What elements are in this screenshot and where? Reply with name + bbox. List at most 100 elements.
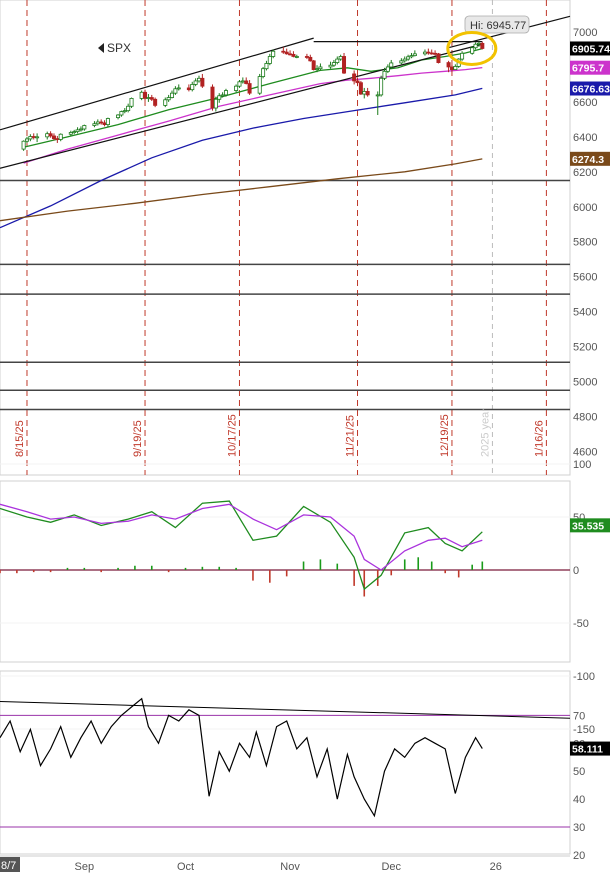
candle-body <box>449 66 454 70</box>
candle-body <box>126 105 131 112</box>
candle-body <box>196 77 201 82</box>
value-tag: 6676.63 <box>570 81 610 96</box>
candle-body <box>365 91 370 96</box>
candle-body <box>217 95 222 100</box>
macd-histogram-bar <box>134 565 136 570</box>
candle-body <box>257 76 262 94</box>
macd-histogram-bar <box>100 570 102 573</box>
candle-body <box>315 68 320 71</box>
candle-body <box>362 91 367 95</box>
macd-histogram-bar <box>363 570 366 597</box>
candle-body <box>402 58 407 62</box>
candle-body <box>422 51 427 55</box>
y-tick-label: 4600 <box>573 446 597 458</box>
macd-histogram-bar <box>150 565 153 570</box>
candle-body <box>48 133 53 137</box>
candle-body <box>24 138 29 142</box>
cycle-date-label: 8/15/25 <box>14 420 26 457</box>
candle-body <box>382 70 387 79</box>
year-marker-label: 2025 year <box>479 408 491 457</box>
candle-body <box>460 52 465 60</box>
rsi-tick-label: 40 <box>573 794 585 806</box>
candle-body <box>51 135 56 139</box>
value-tag: 6905.74 <box>570 41 610 56</box>
candlestick <box>21 140 26 151</box>
candle-body <box>328 64 333 68</box>
candle-body <box>476 42 481 45</box>
macd-histogram-bar <box>457 570 460 578</box>
candle-body <box>193 80 198 85</box>
candle-body <box>163 99 168 106</box>
candle-body <box>436 53 441 63</box>
macd-histogram-bar <box>319 559 322 570</box>
macd-histogram-bar <box>285 570 288 577</box>
y-tick-label: 5000 <box>573 377 597 389</box>
candle-body <box>385 66 390 72</box>
candle-body <box>170 92 175 98</box>
candle-body <box>55 138 60 140</box>
candle-body <box>28 136 33 140</box>
candle-body <box>429 52 434 55</box>
candle-body <box>129 98 134 107</box>
candle-body <box>149 97 154 100</box>
macd-histogram-bar <box>235 567 237 570</box>
candle-body <box>406 56 411 60</box>
macd-histogram-bar <box>390 570 393 576</box>
candle-body <box>31 136 36 138</box>
macd-histogram-bar <box>417 557 420 570</box>
candle-body <box>261 68 266 77</box>
candle-body <box>291 53 296 57</box>
candle-body <box>470 47 475 54</box>
x-axis-label: Dec <box>381 861 401 873</box>
chart-canvas: 7000680066006400620060005800560054005200… <box>0 0 610 873</box>
candle-body <box>105 118 110 126</box>
candle-body <box>213 98 218 109</box>
candle-body <box>446 62 451 68</box>
rsi-value-tag-text: 58.111 <box>572 744 603 756</box>
candlestick <box>311 59 316 71</box>
macd-histogram-bar <box>302 561 305 570</box>
macd-histogram-bar <box>32 570 35 573</box>
candle-body <box>426 51 431 54</box>
candlestick <box>342 52 347 74</box>
candle-body <box>143 91 148 99</box>
candle-body <box>186 87 191 91</box>
candle-body <box>21 140 26 150</box>
value-tag-text: 6795.7 <box>572 63 604 75</box>
y-tick-label: 5600 <box>573 272 597 284</box>
macd-value-tag: 35.535 <box>570 518 610 533</box>
candle-body <box>342 56 347 74</box>
candle-body <box>223 90 228 96</box>
candle-body <box>308 56 313 62</box>
candle-body <box>173 88 178 94</box>
macd-histogram-bar <box>471 564 473 570</box>
candle-body <box>338 56 343 60</box>
candle-body <box>331 62 336 66</box>
candle-body <box>288 53 293 56</box>
cycle-date-label: 10/17/25 <box>226 414 238 457</box>
candlestick <box>139 90 144 101</box>
y-tick-label: 6200 <box>573 167 597 179</box>
y-tick-label: 5200 <box>573 342 597 354</box>
cycle-date-label: 11/21/25 <box>345 415 357 457</box>
x-axis-label: 26 <box>490 861 502 873</box>
rsi-tick-label: 70 <box>573 710 585 722</box>
candle-body <box>244 80 249 84</box>
macd-tick-label: 0 <box>573 565 579 577</box>
candle-body <box>153 98 158 106</box>
candle-body <box>68 132 73 135</box>
candle-body <box>58 133 63 140</box>
macd-histogram-bar <box>66 567 69 570</box>
macd-tick-label: 100 <box>573 459 591 471</box>
y-tick-label: 5400 <box>573 307 597 319</box>
candle-body <box>122 110 127 113</box>
candlestick <box>358 80 363 95</box>
candle-body <box>240 80 245 83</box>
candlestick <box>436 52 441 64</box>
candle-body <box>284 51 289 55</box>
candle-body <box>35 136 40 139</box>
candle-body <box>318 66 323 70</box>
candlestick <box>210 84 215 111</box>
candle-body <box>75 129 80 133</box>
macd-histogram-bar <box>167 570 170 573</box>
